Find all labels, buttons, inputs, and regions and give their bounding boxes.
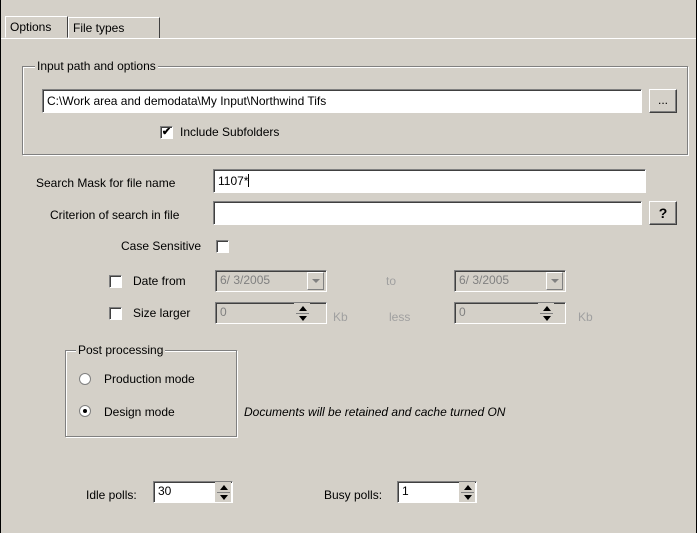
production-mode-label: Production mode xyxy=(104,372,195,386)
input-path-group-title: Input path and options xyxy=(35,59,158,73)
help-button[interactable]: ? xyxy=(649,201,677,225)
spin-down-icon[interactable] xyxy=(460,493,475,502)
search-mask-field[interactable]: 1107* xyxy=(213,169,646,193)
chevron-down-icon xyxy=(551,279,559,283)
date-filter-checkbox[interactable] xyxy=(109,275,122,288)
tab-divider xyxy=(1,38,696,39)
criterion-field[interactable] xyxy=(213,201,642,225)
spin-down-icon[interactable] xyxy=(539,314,554,323)
size-larger-field[interactable]: 0 xyxy=(215,302,327,324)
design-mode-note: Documents will be retained and cache tur… xyxy=(244,405,506,419)
spin-down-icon[interactable] xyxy=(295,314,310,323)
date-from-dropdown[interactable] xyxy=(307,272,324,290)
idle-polls-label: Idle polls: xyxy=(86,488,137,502)
busy-polls-label: Busy polls: xyxy=(324,488,383,502)
date-to-dropdown[interactable] xyxy=(546,272,563,290)
size-larger-unit: Kb xyxy=(333,310,348,324)
options-dialog: Options File types Input path and option… xyxy=(0,0,697,533)
date-to-value: 6/ 3/2005 xyxy=(459,273,510,287)
date-from-value: 6/ 3/2005 xyxy=(220,273,271,287)
case-sensitive-checkbox[interactable] xyxy=(216,240,229,253)
text-caret xyxy=(248,174,250,187)
search-mask-value: 1107* xyxy=(218,174,249,188)
input-path-value: C:\Work area and demodata\My Input\North… xyxy=(47,94,327,108)
tab-file-types-label: File types xyxy=(73,21,125,35)
chevron-down-icon xyxy=(312,279,320,283)
design-mode-label: Design mode xyxy=(104,405,175,419)
post-processing-title: Post processing xyxy=(76,343,166,357)
post-processing-group xyxy=(65,350,237,437)
include-subfolders-label: Include Subfolders xyxy=(180,125,280,139)
size-larger-value: 0 xyxy=(220,305,227,319)
date-from-label: Date from xyxy=(133,274,186,288)
spin-up-icon[interactable] xyxy=(539,304,554,313)
spin-up-icon[interactable] xyxy=(460,483,475,492)
idle-polls-spinner[interactable] xyxy=(215,482,231,502)
tab-file-types[interactable]: File types xyxy=(68,17,160,39)
size-larger-label: Size larger xyxy=(133,306,191,320)
idle-polls-value: 30 xyxy=(158,484,172,498)
tab-options-label: Options xyxy=(10,20,52,34)
help-icon: ? xyxy=(658,205,668,221)
size-larger-spinner[interactable] xyxy=(294,303,310,323)
production-mode-radio[interactable] xyxy=(79,373,91,385)
search-mask-label: Search Mask for file name xyxy=(36,176,176,190)
radio-selected-dot xyxy=(83,409,87,413)
busy-polls-value: 1 xyxy=(402,484,409,498)
size-less-spinner[interactable] xyxy=(538,303,554,323)
spin-down-icon[interactable] xyxy=(216,493,231,502)
size-filter-checkbox[interactable] xyxy=(109,307,122,320)
size-less-value: 0 xyxy=(459,305,466,319)
size-less-label: less xyxy=(389,310,411,324)
size-less-unit: Kb xyxy=(578,310,593,324)
browse-button-label: ... xyxy=(657,93,668,107)
input-path-field[interactable]: C:\Work area and demodata\My Input\North… xyxy=(42,89,642,113)
tab-strip: Options File types xyxy=(1,0,696,40)
include-subfolders-checkbox[interactable]: ✔ xyxy=(160,126,173,139)
case-sensitive-label: Case Sensitive xyxy=(121,239,202,253)
checkmark-icon: ✔ xyxy=(161,126,172,138)
date-to-label: to xyxy=(386,274,397,288)
busy-polls-spinner[interactable] xyxy=(459,482,475,502)
tab-options[interactable]: Options xyxy=(5,16,68,38)
spin-up-icon[interactable] xyxy=(216,483,231,492)
design-mode-radio[interactable] xyxy=(79,405,91,417)
criterion-label: Criterion of search in file xyxy=(50,208,180,222)
browse-button[interactable]: ... xyxy=(649,89,677,113)
spin-up-icon[interactable] xyxy=(295,304,310,313)
